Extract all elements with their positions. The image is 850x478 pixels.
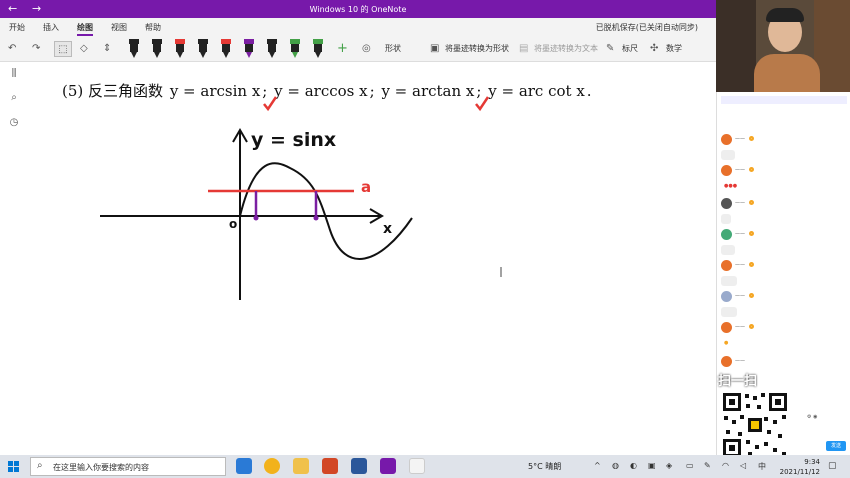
pen-tray-icon[interactable]: ✎ <box>704 461 711 470</box>
checkmark-arctan <box>475 96 490 112</box>
avatar <box>721 165 732 176</box>
chat-header <box>721 96 847 104</box>
avatar <box>721 356 732 367</box>
chat-bubble <box>721 307 737 317</box>
tray-app-icon[interactable]: ◐ <box>630 461 637 470</box>
chat-username: —— · <box>735 136 754 142</box>
network-icon[interactable]: ◠ <box>722 461 729 470</box>
onenote-icon[interactable] <box>380 458 396 474</box>
chat-bubble: ●●● <box>721 181 755 191</box>
qr-code[interactable] <box>720 390 790 460</box>
avatar <box>721 229 732 240</box>
tray-chevron-icon[interactable]: ^ <box>594 461 601 470</box>
avatar <box>721 260 732 271</box>
search-placeholder: 在这里输入你要搜索的内容 <box>53 463 149 472</box>
send-button[interactable]: 发送 <box>826 441 846 451</box>
file-explorer-icon[interactable] <box>293 458 309 474</box>
windows-taskbar: ⌕ 在这里输入你要搜索的内容 5°C 晴朗 ^ ◍ ◐ ▣ ◈ ▭ ✎ ◠ ◁ … <box>0 455 850 478</box>
avatar <box>721 322 732 333</box>
chat-username: —— <box>735 358 745 364</box>
bookshelf-left <box>716 0 756 92</box>
chat-bubble <box>721 150 735 160</box>
windows-start-icon[interactable] <box>8 461 20 473</box>
notification-icon[interactable]: ▢ <box>828 461 837 471</box>
avatar <box>721 291 732 302</box>
chat-bubble <box>721 276 737 286</box>
input-method-icon[interactable]: 中 <box>758 461 766 472</box>
taskbar-search[interactable]: ⌕ 在这里输入你要搜索的内容 <box>30 457 226 476</box>
onenote-window: ← → Windows 10 的 OneNote 开始 插入 绘图 视图 帮助 … <box>0 0 716 455</box>
powerpoint-icon[interactable] <box>322 458 338 474</box>
chat-bubble <box>721 245 735 255</box>
marker-dot-right <box>313 215 319 221</box>
tray-app-icon[interactable]: ◍ <box>612 461 619 470</box>
scan-caption: 扫一扫 <box>718 374 758 389</box>
handwritten-ink: y = sinx a x o <box>100 96 502 300</box>
webcam-feed <box>716 0 850 92</box>
edge-icon[interactable] <box>236 458 252 474</box>
chat-username: —— · <box>735 200 754 206</box>
chat-username: —— · <box>735 293 754 299</box>
chat-username: —— · <box>735 167 754 173</box>
tray-app-icon[interactable]: ◈ <box>666 461 672 470</box>
tray-app-icon[interactable]: ▣ <box>648 461 656 470</box>
clock-date: 2021/11/12 <box>779 468 820 476</box>
person-body <box>754 54 820 92</box>
clock-time: 9:34 <box>804 458 820 466</box>
chat-options[interactable]: ⚙ ◉ <box>807 414 847 424</box>
chrome-icon[interactable] <box>264 458 280 474</box>
marker-dot-left <box>253 215 259 221</box>
chat-username: —— · <box>735 231 754 237</box>
person-hair <box>766 8 804 22</box>
chat-bubble: ● <box>721 338 733 348</box>
label-origin: o <box>229 217 237 231</box>
app-icon[interactable] <box>409 458 425 474</box>
avatar <box>721 198 732 209</box>
system-clock[interactable]: 9:34 2021/11/12 <box>778 457 820 477</box>
checkmark-arcsin <box>263 96 278 112</box>
word-icon[interactable] <box>351 458 367 474</box>
sine-curve <box>239 162 413 260</box>
volume-icon[interactable]: ◁ <box>740 461 746 470</box>
tray-app-icon[interactable]: ▭ <box>686 461 694 470</box>
chat-username: —— · <box>735 324 754 330</box>
label-a: a <box>361 178 371 196</box>
avatar <box>721 134 732 145</box>
chat-username: —— · <box>735 262 754 268</box>
chat-bubble <box>721 214 731 224</box>
search-icon: ⌕ <box>37 460 43 471</box>
label-x: x <box>383 221 392 237</box>
graph-title: y = sinx <box>251 129 336 151</box>
weather-widget[interactable]: 5°C 晴朗 <box>528 461 561 472</box>
